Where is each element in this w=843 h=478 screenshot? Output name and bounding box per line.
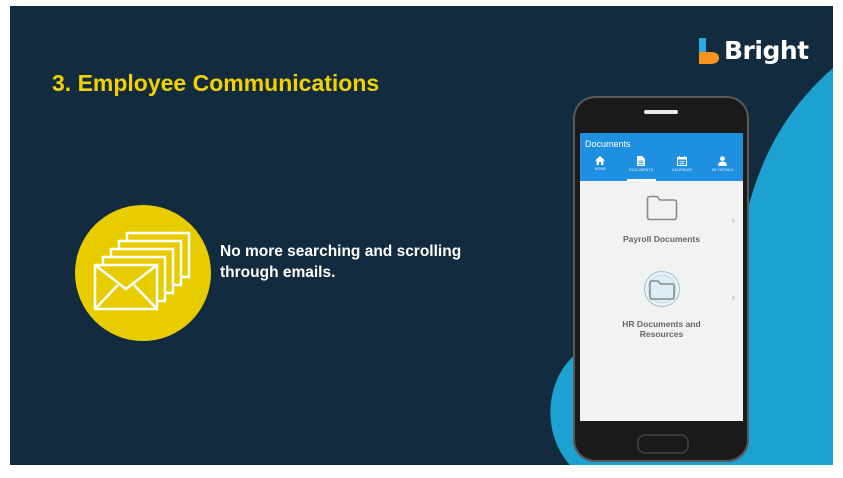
list-item-label: Payroll Documents bbox=[623, 234, 700, 244]
bright-logo: Bright bbox=[698, 36, 809, 65]
tab-my-details[interactable]: MY DETAILS bbox=[702, 153, 743, 181]
phone-mockup: Documents HOME DOCUMENTS CALENDAR MY DET… bbox=[573, 96, 749, 462]
chevron-right-icon: › bbox=[731, 292, 735, 304]
phone-screen: Documents HOME DOCUMENTS CALENDAR MY DET… bbox=[580, 133, 743, 421]
list-item-hr-documents[interactable]: HR Documents and Resources › bbox=[580, 270, 743, 339]
logo-text: Bright bbox=[724, 36, 809, 65]
envelope-stack-icon bbox=[93, 231, 191, 311]
calendar-icon bbox=[676, 156, 687, 166]
bright-logo-icon bbox=[699, 37, 719, 64]
document-icon bbox=[637, 156, 646, 166]
slide-title: 3. Employee Communications bbox=[52, 70, 380, 96]
app-header: Documents HOME DOCUMENTS CALENDAR MY DET… bbox=[580, 133, 743, 181]
chevron-right-icon: › bbox=[731, 215, 735, 227]
tab-calendar[interactable]: CALENDAR bbox=[662, 153, 703, 181]
envelope-badge bbox=[75, 205, 211, 341]
tab-label: MY DETAILS bbox=[711, 168, 734, 172]
phone-home-button bbox=[637, 434, 689, 454]
list-item-payroll-documents[interactable]: Payroll Documents › bbox=[580, 195, 743, 244]
phone-speaker bbox=[644, 110, 678, 114]
tab-label: HOME bbox=[594, 167, 606, 171]
app-tabs: HOME DOCUMENTS CALENDAR MY DETAILS bbox=[580, 153, 743, 181]
body-text: No more searching and scrolling through … bbox=[220, 243, 462, 281]
tab-documents[interactable]: DOCUMENTS bbox=[621, 153, 662, 181]
tab-label: CALENDAR bbox=[671, 168, 693, 172]
app-header-title: Documents bbox=[585, 139, 631, 149]
home-icon bbox=[595, 156, 606, 165]
tab-home[interactable]: HOME bbox=[580, 153, 621, 181]
folder-icon bbox=[646, 195, 677, 221]
list-item-label: HR Documents and Resources bbox=[622, 319, 701, 339]
hr-folder-icon bbox=[643, 270, 680, 308]
person-icon bbox=[718, 156, 728, 166]
tab-label: DOCUMENTS bbox=[629, 168, 654, 172]
